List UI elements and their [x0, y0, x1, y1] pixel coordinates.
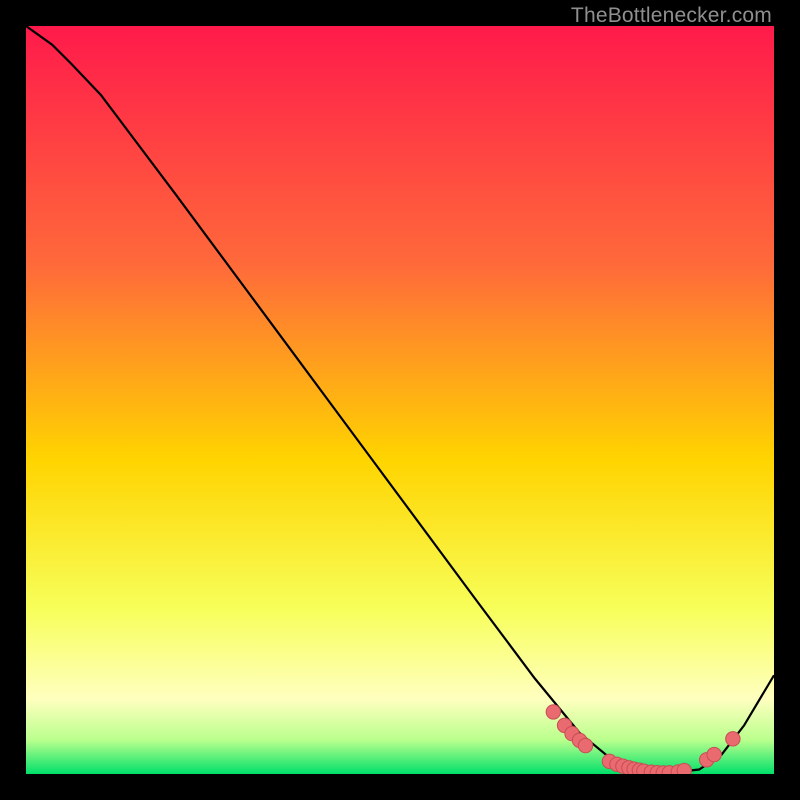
watermark-text: TheBottlenecker.com	[571, 4, 772, 28]
data-marker	[726, 732, 740, 746]
gradient-background	[26, 26, 774, 774]
data-marker	[546, 705, 560, 719]
chart-svg	[26, 26, 774, 774]
data-marker	[677, 763, 691, 774]
data-marker	[578, 738, 592, 752]
data-marker	[707, 747, 721, 761]
